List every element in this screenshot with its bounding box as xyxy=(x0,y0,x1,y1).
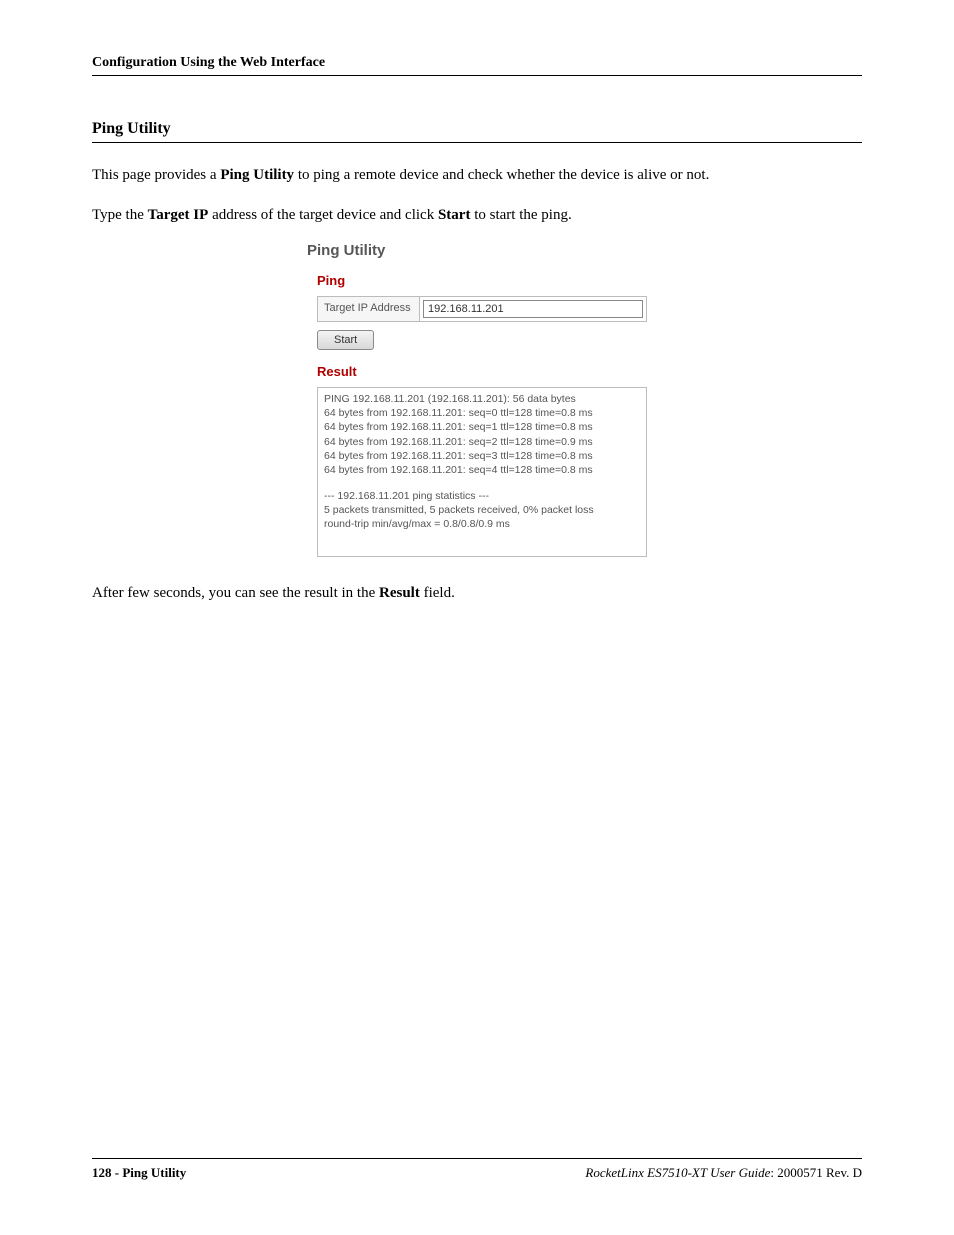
footer-left: 128 - Ping Utility xyxy=(92,1165,186,1181)
result-line: 64 bytes from 192.168.11.201: seq=4 ttl=… xyxy=(324,463,640,477)
embedded-screenshot: Ping Utility Ping Target IP Address Star… xyxy=(92,242,862,557)
footer-right: RocketLinx ES7510-XT User Guide: 2000571… xyxy=(585,1165,862,1181)
bold-target-ip: Target IP xyxy=(148,207,209,223)
text: Type the xyxy=(92,207,148,223)
result-line: 64 bytes from 192.168.11.201: seq=1 ttl=… xyxy=(324,420,640,434)
bold-result: Result xyxy=(379,585,420,601)
page-footer: 128 - Ping Utility RocketLinx ES7510-XT … xyxy=(92,1158,862,1181)
target-ip-input[interactable] xyxy=(423,300,643,318)
product-name: RocketLinx ES7510-XT User Guide xyxy=(585,1165,770,1180)
result-line: 64 bytes from 192.168.11.201: seq=0 ttl=… xyxy=(324,406,640,420)
footer-sep: - xyxy=(112,1165,123,1180)
result-line: 5 packets transmitted, 5 packets receive… xyxy=(324,503,640,517)
ss-ping-heading: Ping xyxy=(317,273,647,288)
text: After few seconds, you can see the resul… xyxy=(92,585,379,601)
section-title: Ping Utility xyxy=(92,120,862,143)
text: address of the target device and click xyxy=(208,207,438,223)
ss-title: Ping Utility xyxy=(307,242,647,259)
target-ip-label: Target IP Address xyxy=(318,297,420,321)
footer-section: Ping Utility xyxy=(122,1165,186,1180)
start-button[interactable]: Start xyxy=(317,330,374,350)
text: field. xyxy=(420,585,455,601)
ss-result-heading: Result xyxy=(317,364,647,379)
target-ip-cell xyxy=(420,297,646,321)
paragraph-3: After few seconds, you can see the resul… xyxy=(92,581,862,607)
result-line: PING 192.168.11.201 (192.168.11.201): 56… xyxy=(324,392,640,406)
doc-rev: : 2000571 Rev. D xyxy=(770,1165,862,1180)
text: to start the ping. xyxy=(470,207,571,223)
result-output: PING 192.168.11.201 (192.168.11.201): 56… xyxy=(317,387,647,557)
target-ip-row: Target IP Address xyxy=(317,296,647,322)
result-line: round-trip min/avg/max = 0.8/0.8/0.9 ms xyxy=(324,517,640,531)
text: to ping a remote device and check whethe… xyxy=(294,167,709,183)
bold-start: Start xyxy=(438,207,471,223)
bold-ping-utility: Ping Utility xyxy=(220,167,294,183)
text: This page provides a xyxy=(92,167,220,183)
result-line: --- 192.168.11.201 ping statistics --- xyxy=(324,489,640,503)
page-header: Configuration Using the Web Interface xyxy=(92,55,862,76)
paragraph-2: Type the Target IP address of the target… xyxy=(92,203,862,229)
page-number: 128 xyxy=(92,1165,112,1180)
paragraph-1: This page provides a Ping Utility to pin… xyxy=(92,163,862,189)
result-line: 64 bytes from 192.168.11.201: seq=3 ttl=… xyxy=(324,449,640,463)
result-line: 64 bytes from 192.168.11.201: seq=2 ttl=… xyxy=(324,435,640,449)
button-row: Start xyxy=(317,330,647,350)
